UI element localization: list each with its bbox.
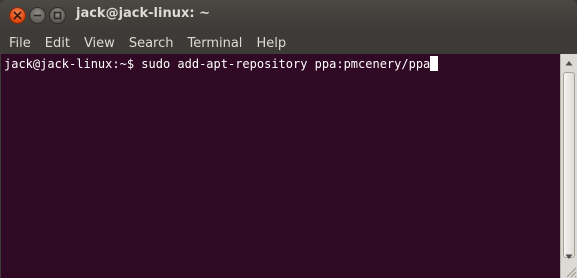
text-cursor [430, 56, 439, 71]
title-bar[interactable]: jack@jack-linux: ~ [0, 0, 577, 30]
menu-terminal[interactable]: Terminal [180, 34, 249, 51]
typed-command: sudo add-apt-repository ppa:pmcenery/ppa [141, 57, 431, 71]
menu-help[interactable]: Help [249, 34, 293, 51]
menu-edit[interactable]: Edit [38, 34, 77, 51]
maximize-icon [53, 11, 62, 20]
close-icon [13, 11, 22, 20]
close-button[interactable] [9, 7, 26, 24]
chevron-down-icon [565, 254, 573, 259]
menu-file[interactable]: File [2, 34, 38, 51]
vertical-scrollbar[interactable] [560, 54, 577, 278]
terminal-output[interactable]: jack@jack-linux:~$ sudo add-apt-reposito… [1, 54, 560, 278]
command-line: jack@jack-linux:~$ sudo add-apt-reposito… [4, 56, 439, 72]
chevron-up-icon [565, 61, 573, 66]
terminal-window: jack@jack-linux: ~ File Edit View Search… [0, 0, 577, 278]
menu-search[interactable]: Search [122, 34, 181, 51]
shell-prompt: jack@jack-linux:~$ [4, 57, 142, 71]
scroll-down-button[interactable] [561, 250, 577, 264]
resize-grip-icon[interactable] [563, 264, 577, 278]
minimize-button[interactable] [29, 7, 46, 24]
minimize-icon [33, 14, 42, 17]
scrollbar-thumb[interactable] [563, 72, 575, 258]
menu-bar: File Edit View Search Terminal Help [0, 30, 577, 54]
maximize-button[interactable] [49, 7, 66, 24]
scroll-up-button[interactable] [561, 56, 577, 70]
menu-view[interactable]: View [77, 34, 122, 51]
window-title: jack@jack-linux: ~ [76, 6, 210, 21]
